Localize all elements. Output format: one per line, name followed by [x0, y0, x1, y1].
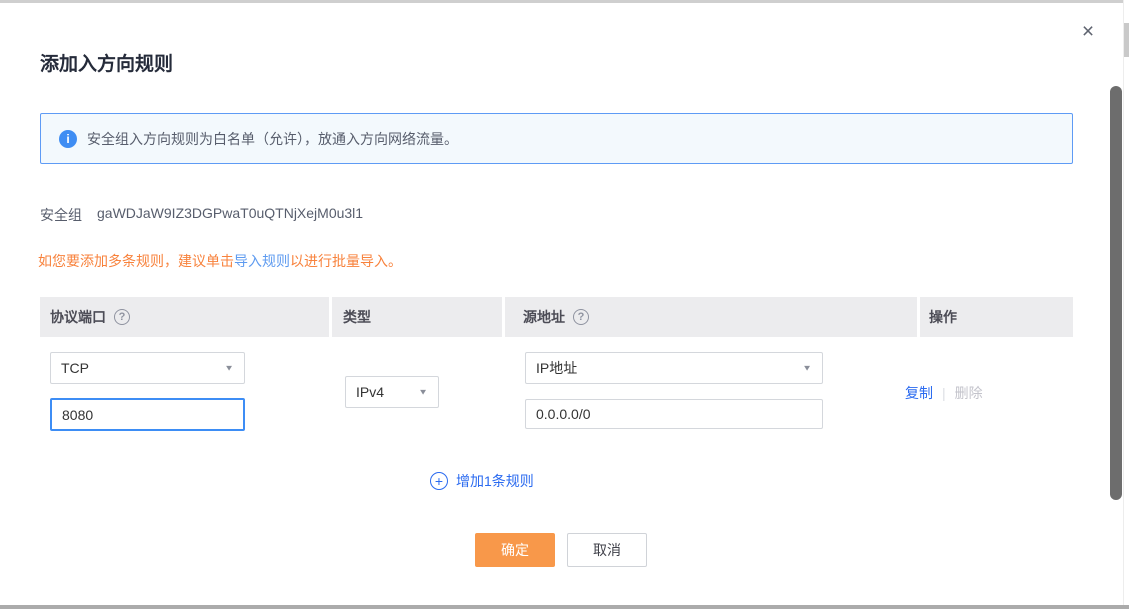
plus-circle-icon: + — [430, 472, 448, 490]
page-scrollbar-track-stub — [1124, 23, 1129, 57]
delete-rule-button[interactable]: 删除 — [955, 383, 983, 403]
column-header-protocol-port: 协议端口 ? — [40, 297, 329, 337]
security-group-label: 安全组 — [40, 205, 82, 225]
port-input[interactable] — [50, 398, 245, 431]
dialog-scrollbar[interactable] — [1110, 86, 1122, 500]
column-header-source: 源地址 ? — [505, 297, 917, 337]
chevron-down-icon: ▼ — [418, 388, 428, 397]
actions-divider: | — [942, 385, 946, 401]
source-help-icon[interactable]: ? — [573, 309, 589, 325]
add-inbound-rule-dialog: × 添加入方向规则 i 安全组入方向规则为白名单（允许），放通入方向网络流量。 … — [0, 0, 1129, 609]
tip-text-prefix: 如您要添加多条规则，建议单击 — [38, 253, 234, 269]
column-header-label: 协议端口 — [50, 307, 106, 327]
chevron-down-icon: ▼ — [224, 364, 234, 373]
protocol-select[interactable]: TCP ▼ — [50, 352, 245, 384]
batch-import-tip: 如您要添加多条规则，建议单击导入规则以进行批量导入。 — [38, 251, 402, 271]
row-actions: 复制 | 删除 — [905, 383, 983, 403]
column-header-action: 操作 — [920, 297, 1073, 337]
copy-rule-button[interactable]: 复制 — [905, 383, 933, 403]
dialog-title: 添加入方向规则 — [40, 49, 173, 76]
protocol-help-icon[interactable]: ? — [114, 309, 130, 325]
ip-version-select-value: IPv4 — [356, 384, 384, 400]
ip-version-select[interactable]: IPv4 ▼ — [345, 376, 439, 408]
close-icon[interactable]: × — [1075, 20, 1101, 46]
column-header-label: 操作 — [929, 307, 957, 327]
protocol-select-value: TCP — [61, 360, 89, 376]
confirm-button[interactable]: 确定 — [475, 533, 555, 567]
cancel-button[interactable]: 取消 — [567, 533, 647, 567]
info-icon: i — [59, 130, 77, 148]
source-type-select-value: IP地址 — [536, 358, 577, 378]
chevron-down-icon: ▼ — [802, 364, 812, 373]
window-top-edge — [0, 0, 1129, 3]
add-rule-button[interactable]: + 增加1条规则 — [430, 471, 534, 491]
info-banner-text: 安全组入方向规则为白名单（允许），放通入方向网络流量。 — [87, 129, 458, 149]
window-bottom-edge — [0, 605, 1129, 609]
source-address-input[interactable] — [525, 399, 823, 429]
column-header-label: 源地址 — [523, 307, 565, 327]
security-group-row: 安全组 gaWDJaW9IZ3DGPwaT0uQTNjXejM0u3l1 — [40, 205, 363, 225]
tip-text-suffix: 以进行批量导入。 — [290, 253, 402, 269]
info-banner: i 安全组入方向规则为白名单（允许），放通入方向网络流量。 — [40, 113, 1073, 164]
rules-table-header: 协议端口 ? 类型 源地址 ? 操作 — [40, 297, 1073, 337]
source-type-select[interactable]: IP地址 ▼ — [525, 352, 823, 384]
page-right-edge — [1123, 0, 1129, 609]
column-header-label: 类型 — [343, 307, 371, 327]
add-rule-label: 增加1条规则 — [456, 471, 534, 491]
column-header-type: 类型 — [332, 297, 502, 337]
import-rules-link[interactable]: 导入规则 — [234, 253, 290, 269]
security-group-value: gaWDJaW9IZ3DGPwaT0uQTNjXejM0u3l1 — [97, 205, 363, 225]
